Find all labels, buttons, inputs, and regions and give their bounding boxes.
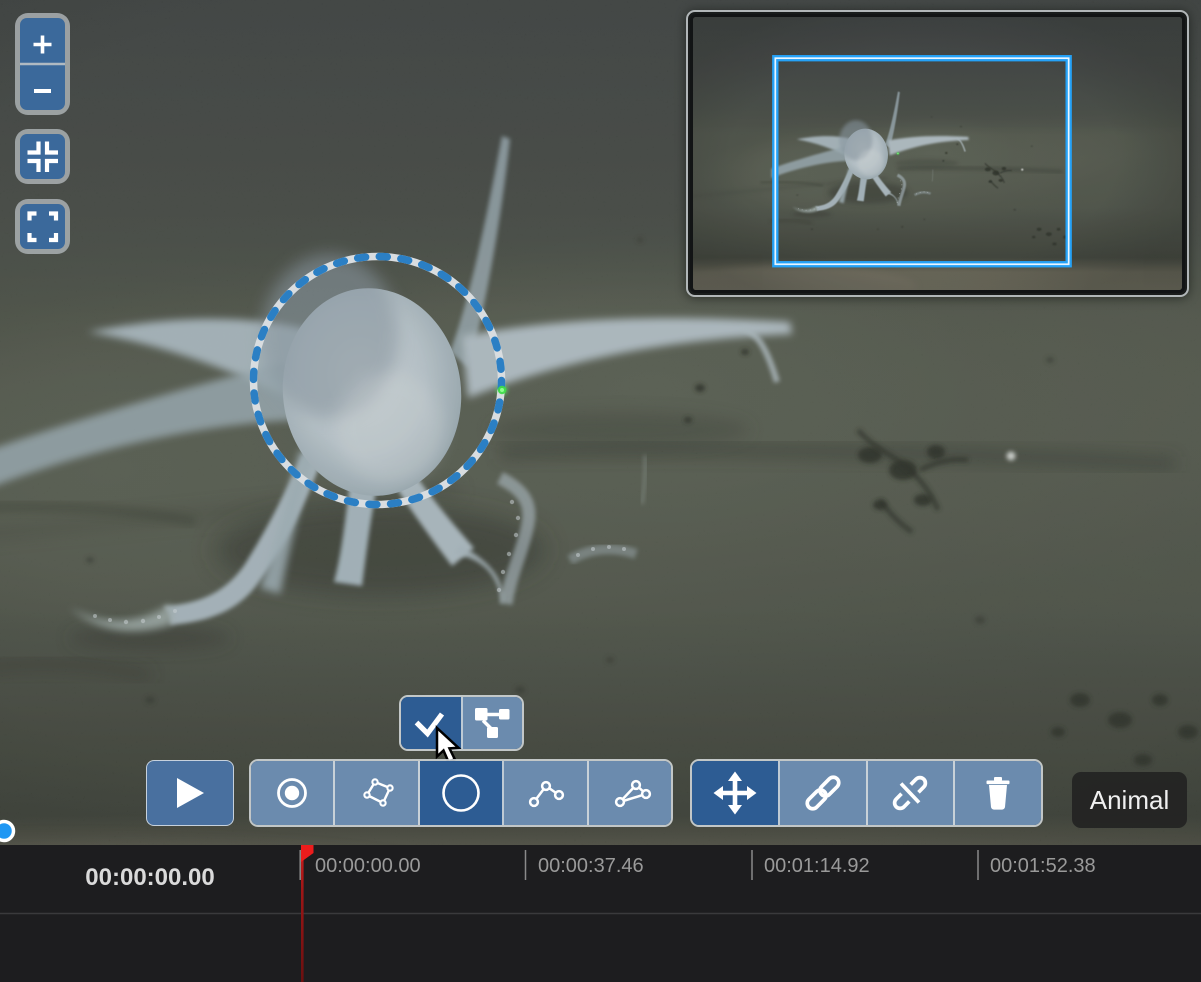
svg-text:00:00:00.00: 00:00:00.00 — [315, 855, 421, 877]
svg-text:00:01:52.38: 00:01:52.38 — [990, 855, 1096, 877]
svg-text:00:01:14.92: 00:01:14.92 — [764, 855, 870, 877]
svg-text:00:00:37.46: 00:00:37.46 — [538, 855, 644, 877]
svg-text:00:00:00.00: 00:00:00.00 — [85, 864, 214, 891]
